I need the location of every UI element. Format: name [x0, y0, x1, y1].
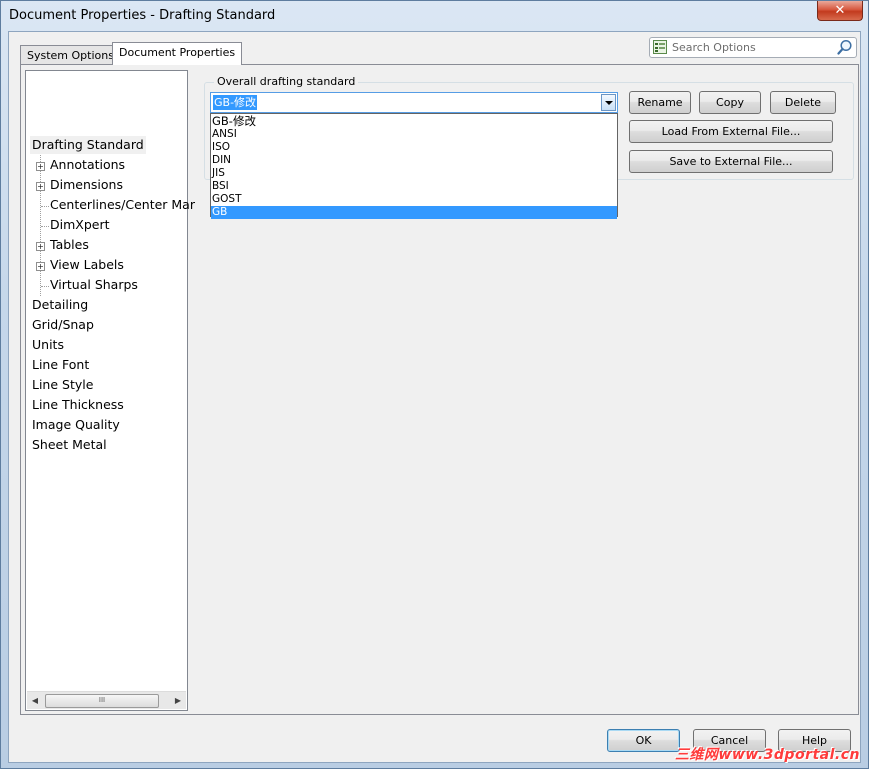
tree-item-detailing[interactable]: Detailing — [30, 296, 90, 314]
tree-item-line-font[interactable]: Line Font — [30, 356, 91, 374]
dropdown-option[interactable]: DIN — [211, 154, 617, 167]
dropdown-option-highlighted[interactable]: GB — [211, 206, 617, 219]
tree-guide — [41, 226, 49, 227]
tree-item-view-labels[interactable]: View Labels — [50, 256, 124, 274]
tree-guide — [41, 286, 49, 287]
dropdown-option[interactable]: GOST — [211, 193, 617, 206]
dialog-client: System Options Document Properties Searc… — [8, 31, 861, 763]
search-options-box[interactable]: Search Options — [649, 37, 857, 58]
tree-item-dimensions[interactable]: Dimensions — [50, 176, 123, 194]
dropdown-option[interactable]: JIS — [211, 167, 617, 180]
watermark: 三维网www.3dportal.cn — [674, 747, 860, 763]
tab-system-options[interactable]: System Options — [20, 45, 121, 64]
tree-item-virtual-sharps[interactable]: Virtual Sharps — [50, 276, 138, 294]
tree-item-grid-snap[interactable]: Grid/Snap — [30, 316, 96, 334]
options-tree[interactable]: Drafting Standard + Annotations + Dimens… — [25, 70, 195, 711]
scroll-right-icon[interactable]: ▶ — [170, 692, 186, 709]
chevron-down-icon[interactable] — [601, 94, 616, 111]
ok-button[interactable]: OK — [607, 729, 680, 752]
expand-icon[interactable]: + — [36, 182, 45, 191]
expand-icon[interactable]: + — [36, 262, 45, 271]
load-from-file-button[interactable]: Load From External File... — [629, 120, 833, 143]
delete-button[interactable]: Delete — [770, 91, 836, 114]
tree-item-dimxpert[interactable]: DimXpert — [50, 216, 110, 234]
tab-document-properties[interactable]: Document Properties — [112, 42, 243, 65]
window-title: Document Properties - Drafting Standard — [9, 8, 276, 23]
tree-item-units[interactable]: Units — [30, 336, 66, 354]
standard-combobox[interactable]: GB-修改 — [210, 92, 618, 113]
tree-guide — [40, 151, 41, 296]
dropdown-option[interactable]: ANSI — [211, 128, 617, 141]
rename-button[interactable]: Rename — [629, 91, 691, 114]
standard-dropdown-list[interactable]: GB-修改 ANSI ISO DIN JIS BSI GOST GB — [210, 113, 618, 219]
dialog-window: Document Properties - Drafting Standard … — [0, 0, 869, 769]
copy-button[interactable]: Copy — [699, 91, 761, 114]
scroll-thumb[interactable]: III — [45, 694, 159, 708]
tree-item-image-quality[interactable]: Image Quality — [30, 416, 122, 434]
tree-item-line-style[interactable]: Line Style — [30, 376, 95, 394]
search-input[interactable]: Search Options — [672, 41, 756, 54]
dropdown-option[interactable]: ISO — [211, 141, 617, 154]
standard-selected-value[interactable]: GB-修改 — [213, 95, 258, 110]
title-bar: Document Properties - Drafting Standard … — [1, 1, 868, 31]
group-label: Overall drafting standard — [214, 75, 359, 88]
tree-horizontal-scrollbar[interactable]: ◀ III ▶ — [27, 691, 186, 709]
options-list-icon — [653, 40, 667, 54]
search-icon[interactable] — [837, 39, 853, 55]
document-properties-panel: Drafting Standard + Annotations + Dimens… — [20, 64, 859, 715]
tree-guide — [41, 206, 49, 207]
tree-item-line-thickness[interactable]: Line Thickness — [30, 396, 126, 414]
dropdown-option[interactable]: BSI — [211, 180, 617, 193]
expand-icon[interactable]: + — [36, 162, 45, 171]
tree-item-annotations[interactable]: Annotations — [50, 156, 125, 174]
scroll-left-icon[interactable]: ◀ — [27, 692, 43, 709]
tree-item-sheet-metal[interactable]: Sheet Metal — [30, 436, 109, 454]
close-button[interactable]: ✕ — [817, 1, 863, 21]
close-icon: ✕ — [834, 3, 846, 18]
tree-item-drafting-standard[interactable]: Drafting Standard — [30, 136, 146, 154]
dropdown-option[interactable]: GB-修改 — [211, 114, 617, 128]
tree-item-tables[interactable]: Tables — [50, 236, 89, 254]
save-to-file-button[interactable]: Save to External File... — [629, 150, 833, 173]
expand-icon[interactable]: + — [36, 242, 45, 251]
tree-item-centerlines[interactable]: Centerlines/Center Mar — [50, 196, 195, 214]
